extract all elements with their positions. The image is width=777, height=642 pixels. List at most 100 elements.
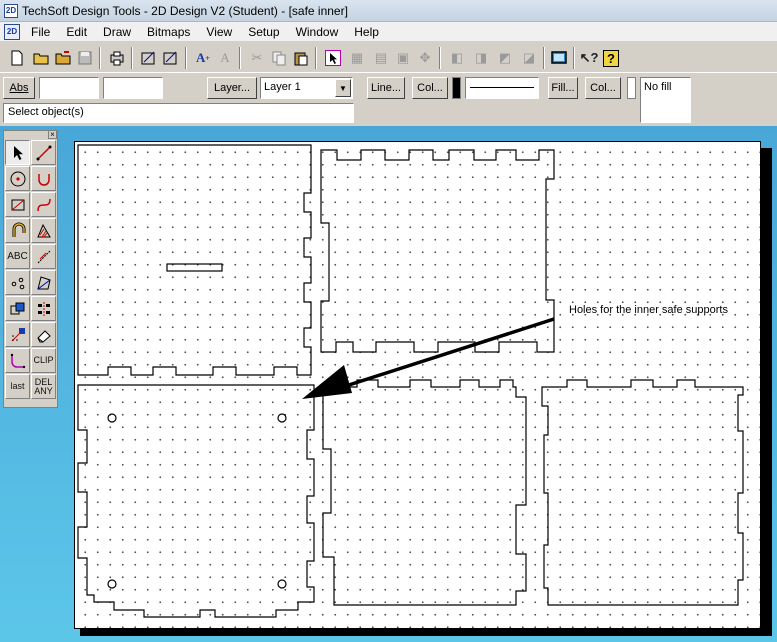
window-title: TechSoft Design Tools - 2D Design V2 (St… <box>22 3 348 18</box>
select-pointer-icon[interactable] <box>322 46 344 70</box>
arrange-4-icon[interactable]: ◪ <box>518 46 540 70</box>
line-button[interactable]: Line... <box>367 77 405 99</box>
menu-help[interactable]: Help <box>347 25 388 39</box>
coord-y-field[interactable] <box>103 77 163 99</box>
help-icon[interactable]: ? <box>600 46 622 70</box>
fillet-tool-icon[interactable] <box>5 348 30 373</box>
copy-icon[interactable] <box>268 46 290 70</box>
arrange-2-icon[interactable]: ◨ <box>470 46 492 70</box>
toolbar-separator <box>239 47 241 69</box>
panel-bottom-right <box>541 379 744 606</box>
layer-select[interactable]: Layer 1 ▼ <box>260 77 353 99</box>
arrange-1-icon[interactable]: ◧ <box>446 46 468 70</box>
mirror-tool-icon[interactable] <box>31 296 56 321</box>
cut-icon[interactable]: ✂ <box>246 46 268 70</box>
slot-hole <box>166 263 223 272</box>
align-icon[interactable]: ▣ <box>392 46 414 70</box>
app-icon: 2D <box>4 3 18 18</box>
open-folder-icon[interactable] <box>30 46 52 70</box>
arc-tool-icon[interactable] <box>31 166 56 191</box>
print-icon[interactable] <box>106 46 128 70</box>
text-tool-label: ABC <box>7 251 28 262</box>
toolbar-separator <box>315 47 317 69</box>
text-style-icon[interactable]: A + <box>192 46 214 70</box>
circle-tool-icon[interactable] <box>5 166 30 191</box>
toolbar-separator <box>185 47 187 69</box>
menu-window[interactable]: Window <box>289 25 348 39</box>
line-color-button[interactable]: Col... <box>412 77 448 99</box>
line-style-sample <box>470 87 534 88</box>
clip-tool[interactable]: CLIP <box>31 348 56 373</box>
annotation-text: Holes for the inner safe supports <box>569 304 728 316</box>
zoom-window-icon[interactable] <box>138 46 160 70</box>
text-tool[interactable]: ABC <box>5 244 30 269</box>
line-color-swatch <box>452 77 461 99</box>
toolbar-separator <box>573 47 575 69</box>
menu-bitmaps[interactable]: Bitmaps <box>140 25 199 39</box>
menu-bar: 2D File Edit Draw Bitmaps View Setup Win… <box>0 22 777 42</box>
abs-label: Abs <box>9 82 29 94</box>
offset-tool-icon[interactable] <box>5 218 30 243</box>
context-help-icon[interactable]: ↖? <box>578 46 600 70</box>
hatch-tool-icon[interactable] <box>31 218 56 243</box>
points-tool-icon[interactable] <box>5 270 30 295</box>
abs-button[interactable]: Abs <box>3 77 35 99</box>
line-style-preview[interactable] <box>465 77 539 99</box>
menu-edit[interactable]: Edit <box>59 25 96 39</box>
layer-button[interactable]: Layer... <box>207 77 257 99</box>
distribute-icon[interactable]: ✥ <box>414 46 436 70</box>
line-tool-icon[interactable] <box>31 140 56 165</box>
fill-color-button[interactable]: Col... <box>585 77 621 99</box>
toolbar-separator <box>439 47 441 69</box>
toolbar-separator <box>99 47 101 69</box>
annotation-arrowhead <box>302 365 352 399</box>
status-field: Select object(s) <box>3 103 354 123</box>
new-file-icon[interactable] <box>6 46 28 70</box>
tool-palette: × ABC CLIP last DEL ANY <box>3 130 58 408</box>
drawing-canvas[interactable] <box>74 141 761 629</box>
support-hole <box>277 579 287 589</box>
fill-button[interactable]: Fill... <box>548 77 578 99</box>
paste-icon[interactable] <box>290 46 312 70</box>
menu-view[interactable]: View <box>199 25 241 39</box>
close-icon[interactable]: × <box>48 130 57 139</box>
last-tool-label: last <box>10 381 25 391</box>
menu-setup[interactable]: Setup <box>241 25 288 39</box>
text-style-dim-icon[interactable]: A <box>214 46 236 70</box>
last-tool[interactable]: last <box>5 374 30 399</box>
rectangle-tool-icon[interactable] <box>5 192 30 217</box>
chevron-down-icon[interactable]: ▼ <box>335 79 351 97</box>
snap-grid-icon[interactable] <box>5 322 30 347</box>
select-tool-icon[interactable] <box>5 140 30 165</box>
title-bar: 2D TechSoft Design Tools - 2D Design V2 … <box>0 0 777 22</box>
support-hole <box>107 579 117 589</box>
panel-bottom-middle <box>322 379 527 606</box>
panel-top-middle <box>320 149 555 353</box>
delete-any-tool[interactable]: DEL ANY <box>31 374 56 399</box>
polygon-tool-icon[interactable] <box>31 270 56 295</box>
open-file-icon[interactable] <box>52 46 74 70</box>
dimension-tool-icon[interactable] <box>31 244 56 269</box>
zoom-all-icon[interactable] <box>160 46 182 70</box>
screen-view-icon[interactable] <box>548 46 570 70</box>
group-icon[interactable]: ▦ <box>346 46 368 70</box>
array-tool-icon[interactable] <box>5 296 30 321</box>
save-icon[interactable] <box>74 46 96 70</box>
toolbar-separator <box>543 47 545 69</box>
menu-file[interactable]: File <box>24 25 59 39</box>
annotation-arrow-line <box>323 317 555 395</box>
fill-preview: No fill <box>640 77 691 123</box>
delete-any-label-2: ANY <box>34 385 53 396</box>
coord-x-field[interactable] <box>39 77 99 99</box>
fill-color-swatch <box>627 77 636 99</box>
eraser-tool-icon[interactable] <box>31 322 56 347</box>
clip-tool-label: CLIP <box>33 355 54 365</box>
document-icon[interactable]: 2D <box>4 23 20 40</box>
property-bar: Abs Layer... Layer 1 ▼ Line... Col... Fi… <box>0 74 777 126</box>
menu-draw[interactable]: Draw <box>96 25 140 39</box>
curve-tool-icon[interactable] <box>31 192 56 217</box>
arrange-3-icon[interactable]: ◩ <box>494 46 516 70</box>
panel-top-left <box>77 144 312 376</box>
ungroup-icon[interactable]: ▤ <box>370 46 392 70</box>
support-hole <box>277 413 287 423</box>
